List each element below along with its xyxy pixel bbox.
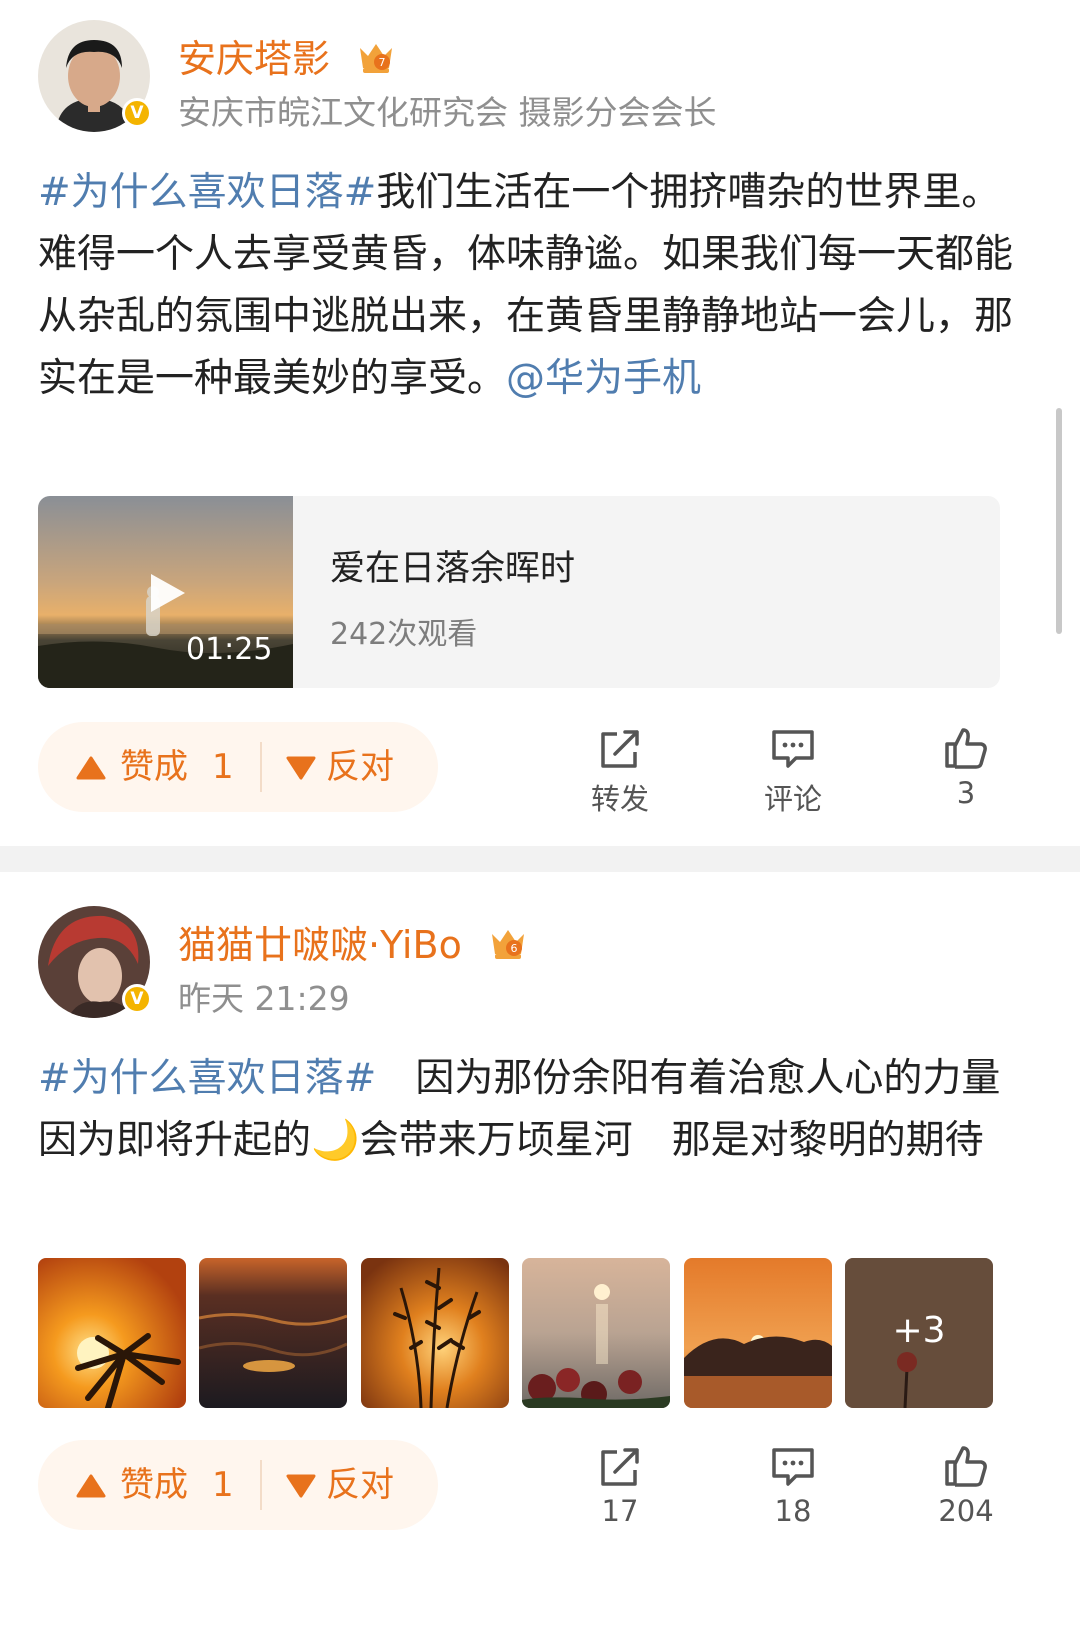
- comment-label: 评论: [763, 782, 822, 816]
- like-button[interactable]: 204: [906, 1444, 1026, 1528]
- repost-count: 17: [601, 1494, 639, 1528]
- username[interactable]: 安庆塔影 7: [178, 28, 396, 85]
- like-count: 204: [938, 1494, 994, 1528]
- post-text-b: 会带来万顷星河 那是对黎明的期待: [359, 1118, 984, 1163]
- moon-emoji: 🌙: [311, 1118, 360, 1163]
- photo-thumb-4[interactable]: [522, 1258, 670, 1408]
- repost-icon: [601, 730, 639, 768]
- photo-grid: +3: [38, 1258, 998, 1408]
- video-views: 242次观看: [330, 617, 478, 652]
- upvote-label: 赞成: [120, 1465, 188, 1505]
- post-card-1: V 安庆塔影 7 安庆市皖江文化研究会 摄影分会会长 #为什么喜欢日落#我们生活…: [0, 0, 1080, 846]
- downvote-label: 反对: [326, 747, 394, 787]
- vote-pill: 赞成 1 反对: [38, 722, 438, 812]
- like-button[interactable]: 3: [906, 726, 1026, 810]
- triangle-up-icon: [76, 756, 106, 780]
- repost-icon: [601, 1448, 639, 1486]
- vip-level: 7: [379, 56, 386, 69]
- video-duration: 01:25: [186, 632, 273, 667]
- thumbs-up-icon: [945, 1446, 987, 1487]
- upvote-count: 1: [212, 747, 234, 787]
- comment-button[interactable]: 18: [733, 1446, 853, 1528]
- photo-thumb-3[interactable]: [361, 1258, 509, 1408]
- hashtag-link[interactable]: #为什么喜欢日落#: [38, 170, 376, 215]
- upvote-label: 赞成: [120, 747, 188, 787]
- avatar[interactable]: V: [38, 906, 152, 1018]
- post-card-2: V 猫猫廿啵啵·YiBo 6 昨天 21:29 #为什么喜欢日落# 因为那份余阳…: [0, 872, 1080, 1633]
- triangle-up-icon: [76, 1474, 106, 1498]
- upvote-button[interactable]: 赞成 1: [76, 1440, 234, 1530]
- photo-thumb-5[interactable]: [684, 1258, 832, 1408]
- triangle-down-icon: [286, 756, 316, 780]
- vote-divider: [260, 742, 262, 792]
- post-time: 昨天 21:29: [178, 979, 350, 1018]
- photo-thumb-6[interactable]: +3: [845, 1258, 993, 1408]
- username-text[interactable]: 猫猫廿啵啵·YiBo: [178, 923, 462, 967]
- vote-pill: 赞成 1 反对: [38, 1440, 438, 1530]
- video-title[interactable]: 爱在日落余晖时: [330, 540, 575, 591]
- photo-thumb-1[interactable]: [38, 1258, 186, 1408]
- comment-button[interactable]: 评论: [733, 728, 853, 818]
- upvote-button[interactable]: 赞成 1: [76, 722, 234, 812]
- username[interactable]: 猫猫廿啵啵·YiBo 6: [178, 914, 528, 971]
- comment-icon: [772, 1448, 814, 1486]
- scrollbar[interactable]: [1056, 408, 1062, 634]
- repost-button[interactable]: 17: [560, 1446, 680, 1528]
- like-count: 3: [956, 776, 976, 810]
- upvote-count: 1: [212, 1465, 234, 1505]
- downvote-button[interactable]: 反对: [286, 722, 394, 812]
- downvote-label: 反对: [326, 1465, 394, 1505]
- post-content: #为什么喜欢日落#我们生活在一个拥挤嘈杂的世界里。难得一个人去享受黄昏，体味静谧…: [38, 162, 1038, 410]
- post-separator: [0, 846, 1080, 872]
- mention-link[interactable]: @华为手机: [506, 356, 701, 401]
- comment-count: 18: [774, 1494, 812, 1528]
- verified-icon: V: [122, 984, 152, 1014]
- more-photos-count: +3: [892, 1310, 946, 1351]
- downvote-button[interactable]: 反对: [286, 1440, 394, 1530]
- verified-icon: V: [122, 98, 152, 128]
- username-text[interactable]: 安庆塔影: [178, 37, 330, 81]
- vote-divider: [260, 1460, 262, 1510]
- video-card[interactable]: 01:25 爱在日落余晖时 242次观看: [38, 496, 1000, 688]
- play-icon[interactable]: [143, 570, 189, 616]
- vip-level: 6: [510, 942, 517, 955]
- repost-button[interactable]: 转发: [560, 728, 680, 818]
- photo-thumb-2[interactable]: [199, 1258, 347, 1408]
- triangle-down-icon: [286, 1474, 316, 1498]
- thumbs-up-icon: [945, 728, 987, 769]
- avatar[interactable]: V: [38, 20, 152, 132]
- repost-label: 转发: [590, 782, 649, 816]
- comment-icon: [772, 730, 814, 768]
- post-content: #为什么喜欢日落# 因为那份余阳有着治愈人心的力量 因为即将升起的🌙会带来万顷星…: [38, 1048, 1039, 1172]
- hashtag-link[interactable]: #为什么喜欢日落#: [38, 1056, 376, 1101]
- author-subtitle: 安庆市皖江文化研究会 摄影分会会长: [178, 93, 717, 132]
- crown-vip-icon: 7: [356, 38, 396, 85]
- crown-vip-icon: 6: [488, 924, 528, 971]
